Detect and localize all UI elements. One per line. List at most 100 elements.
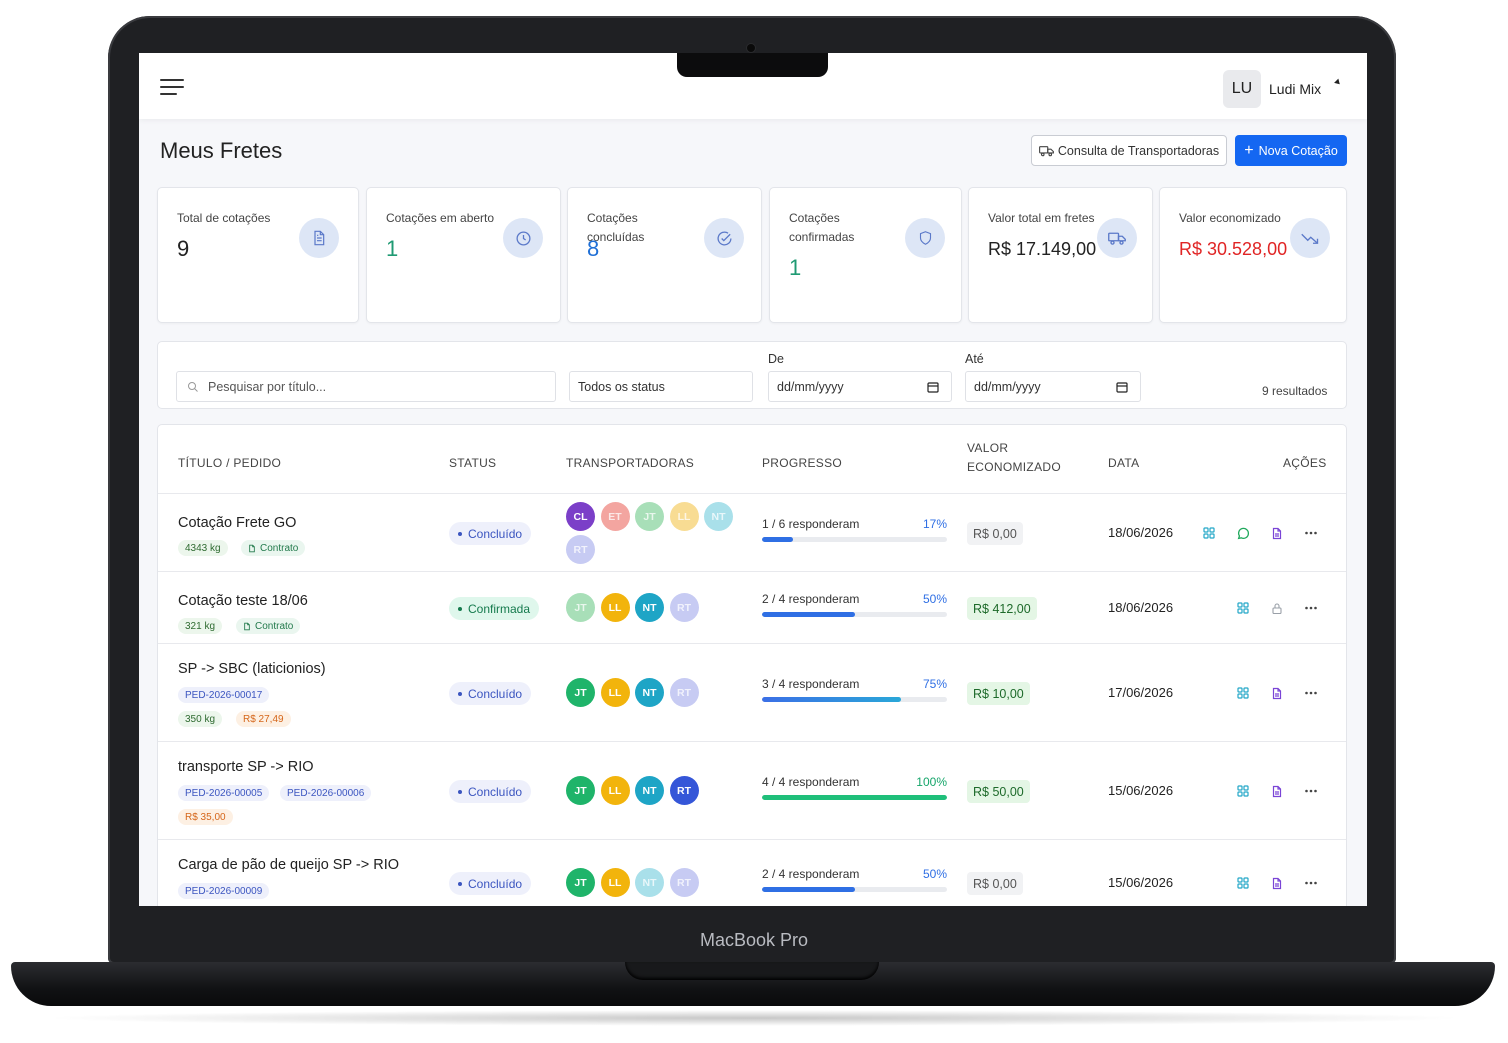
carrier-lookup-button[interactable]: Consulta de Transportadoras — [1031, 135, 1227, 166]
table-row[interactable]: Cotação Frete GO 4343 kg Contrato Concluído… — [158, 493, 1346, 571]
grid-icon[interactable] — [1235, 685, 1251, 701]
row-tag: PED-2026-00006 — [280, 785, 372, 801]
filter-bar: Pesquisar por título... Todos os status … — [157, 341, 1347, 409]
to-date-input[interactable]: dd/mm/yyyy — [965, 371, 1141, 402]
progress-text: 2 / 4 responderam — [762, 592, 860, 606]
row-tag-label: 4343 kg — [185, 542, 221, 554]
row-title[interactable]: Cotação teste 18/06 — [178, 593, 308, 609]
file-icon[interactable] — [1269, 685, 1285, 701]
clock-icon — [503, 218, 543, 258]
row-title[interactable]: SP -> SBC (laticionios) — [178, 661, 326, 677]
grid-icon[interactable] — [1201, 525, 1217, 541]
row-tag-label: R$ 27,49 — [243, 713, 284, 725]
row-title[interactable]: transporte SP -> RIO — [178, 759, 314, 775]
progress-text: 1 / 6 responderam — [762, 517, 860, 531]
more-icon[interactable] — [1303, 685, 1319, 701]
carrier-avatar[interactable]: ET — [600, 502, 630, 531]
progress-percent: 17% — [922, 517, 947, 531]
carrier-avatar[interactable]: RT — [669, 678, 699, 707]
progress-percent: 50% — [922, 867, 947, 881]
lock-icon[interactable] — [1269, 600, 1285, 616]
carrier-avatar[interactable]: LL — [600, 678, 630, 707]
carrier-avatar[interactable]: LL — [600, 868, 630, 897]
grid-icon[interactable] — [1235, 783, 1251, 799]
carrier-avatar[interactable]: NT — [635, 776, 664, 805]
row-tag: PED-2026-00005 — [178, 785, 270, 801]
progress-percent: 50% — [922, 592, 947, 606]
more-icon[interactable] — [1303, 875, 1319, 891]
carrier-avatar[interactable]: JT — [635, 502, 664, 531]
user-name[interactable]: Ludi Mix — [1269, 81, 1321, 97]
progress-bar-fill — [762, 537, 794, 542]
stat-card: Cotações em aberto 1 — [366, 187, 561, 323]
file-icon[interactable] — [1269, 525, 1285, 541]
row-tag-label: PED-2026-00006 — [287, 787, 365, 799]
stat-card-value: 8 — [587, 236, 600, 261]
table-row[interactable]: transporte SP -> RIO PED-2026-00005 PED-20… — [158, 741, 1346, 839]
carrier-avatar[interactable]: LL — [669, 502, 699, 531]
search-input[interactable]: Pesquisar por título... — [176, 371, 556, 402]
carrier-avatar[interactable]: RT — [669, 868, 699, 897]
trend-down-icon — [1290, 218, 1330, 258]
status-badge: Concluído — [449, 872, 532, 895]
camera-icon — [747, 44, 755, 52]
status-badge: Concluído — [449, 682, 532, 705]
progress-bar-fill — [762, 795, 947, 800]
carrier-avatar[interactable]: LL — [600, 776, 630, 805]
menu-icon[interactable] — [160, 79, 184, 97]
new-quote-button[interactable]: + Nova Cotação — [1235, 135, 1347, 166]
row-tag: 321 kg — [178, 618, 223, 634]
chat-icon[interactable] — [1235, 525, 1251, 541]
table-row[interactable]: SP -> SBC (laticionios) PED-2026-00017 350… — [158, 643, 1346, 741]
avatar[interactable]: LU — [1223, 70, 1261, 108]
progress-text: 4 / 4 responderam — [762, 775, 860, 789]
carrier-avatar[interactable]: NT — [635, 868, 664, 897]
carrier-avatar[interactable]: RT — [669, 776, 699, 805]
status-label: Concluído — [468, 784, 523, 799]
carrier-avatar[interactable]: JT — [566, 678, 595, 707]
progress-text: 3 / 4 responderam — [762, 677, 860, 691]
contract-icon — [243, 622, 251, 631]
stat-card: Valor total em fretes R$ 17.149,00 — [968, 187, 1153, 323]
carrier-avatar[interactable]: CL — [566, 502, 595, 531]
carrier-avatar[interactable]: RT — [566, 535, 595, 564]
more-icon[interactable] — [1303, 783, 1319, 799]
calendar-icon[interactable] — [927, 381, 939, 393]
carrier-avatar[interactable]: NT — [704, 502, 733, 531]
more-icon[interactable] — [1303, 525, 1319, 541]
calendar-icon[interactable] — [1116, 381, 1128, 393]
row-date: 18/06/2026 — [1108, 525, 1174, 540]
carrier-avatar[interactable]: RT — [669, 593, 699, 622]
row-tag: PED-2026-00017 — [178, 687, 270, 703]
grid-icon[interactable] — [1235, 875, 1251, 891]
status-dot — [458, 881, 462, 886]
table-row[interactable]: Carga de pão de queijo SP -> RIO PED-2026… — [158, 839, 1346, 906]
laptop-frame: MacBook Pro LU Ludi Mix Meus Fretes Cons… — [0, 0, 1508, 1043]
chevron-down-icon[interactable] — [1334, 78, 1342, 87]
carrier-avatar[interactable]: JT — [566, 868, 595, 897]
stat-card-value: R$ 17.149,00 — [988, 239, 1097, 259]
row-title[interactable]: Carga de pão de queijo SP -> RIO — [178, 857, 399, 873]
carrier-avatar[interactable]: LL — [600, 593, 630, 622]
carrier-avatar[interactable]: NT — [635, 678, 664, 707]
plus-icon: + — [1244, 141, 1254, 159]
from-date-input[interactable]: dd/mm/yyyy — [768, 371, 952, 402]
camera-notch — [677, 53, 828, 77]
carrier-avatar[interactable]: JT — [566, 593, 595, 622]
stat-card-label: Total de cotações — [177, 211, 271, 225]
grid-icon[interactable] — [1235, 600, 1251, 616]
row-date: 17/06/2026 — [1108, 685, 1174, 700]
table-row[interactable]: Cotação teste 18/06 321 kg Contrato Confirm… — [158, 571, 1346, 643]
file-icon[interactable] — [1269, 875, 1285, 891]
more-icon[interactable] — [1303, 600, 1319, 616]
stat-card-label: Cotações em aberto — [386, 211, 495, 225]
stat-card: Cotações confirmadas 1 — [769, 187, 962, 323]
carrier-avatar[interactable]: JT — [566, 776, 595, 805]
file-icon[interactable] — [1269, 783, 1285, 799]
row-tag: PED-2026-00009 — [178, 883, 270, 899]
status-select[interactable]: Todos os status — [569, 371, 753, 402]
row-title[interactable]: Cotação Frete GO — [178, 515, 296, 531]
contract-icon — [248, 544, 256, 553]
row-tag-label: 321 kg — [185, 620, 216, 632]
carrier-avatar[interactable]: NT — [635, 593, 664, 622]
